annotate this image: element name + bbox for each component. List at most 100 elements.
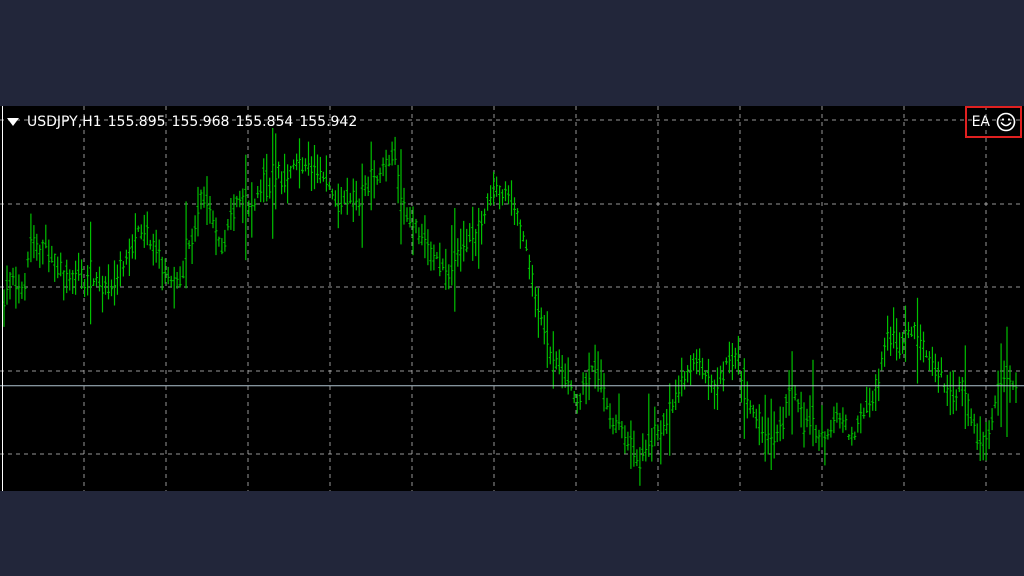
price-bar — [399, 149, 403, 245]
price-bar — [545, 311, 549, 368]
price-bar — [271, 128, 275, 239]
price-bar — [945, 374, 949, 406]
price-bar — [95, 272, 98, 287]
price-bar — [495, 176, 499, 197]
price-bar — [686, 365, 690, 383]
chart-grid — [0, 106, 1024, 491]
price-bar — [745, 381, 749, 419]
price-bar — [632, 430, 636, 467]
price-bar — [766, 417, 770, 455]
price-bar — [536, 288, 540, 338]
price-bar — [175, 272, 179, 289]
price-bar — [835, 402, 839, 423]
price-bar — [883, 337, 887, 367]
price-bar — [856, 415, 860, 433]
price-bar — [542, 315, 546, 345]
price-bar — [954, 389, 958, 411]
price-bar — [524, 239, 528, 252]
price-bar — [292, 159, 296, 170]
price-chart[interactable] — [0, 106, 1024, 491]
price-bar — [805, 408, 809, 428]
price-bar — [865, 386, 869, 413]
price-bar — [790, 351, 794, 435]
price-bar — [838, 412, 842, 429]
price-bar — [318, 156, 322, 184]
price-bar — [710, 374, 713, 393]
price-bar — [396, 164, 400, 204]
price-bar — [139, 224, 143, 240]
price-bar — [748, 400, 752, 414]
price-bar — [378, 167, 382, 183]
price-bar — [274, 133, 278, 210]
high-price: 155.968 — [171, 114, 230, 130]
price-bar — [360, 163, 364, 248]
price-bar — [262, 158, 266, 203]
price-bar — [444, 248, 448, 290]
price-bar — [593, 344, 597, 389]
price-bar — [465, 228, 469, 253]
price-bar — [432, 244, 436, 271]
price-bar — [277, 161, 281, 179]
price-bar — [477, 207, 481, 269]
price-bar — [20, 281, 24, 299]
price-bar — [354, 180, 358, 211]
price-bar — [492, 171, 496, 205]
price-bar — [244, 154, 248, 261]
price-bar — [814, 424, 818, 443]
price-bar — [462, 220, 466, 262]
price-bar — [130, 234, 134, 259]
price-bar — [910, 326, 913, 337]
price-bar — [641, 433, 645, 462]
price-bar — [629, 420, 633, 469]
price-bar — [922, 331, 925, 363]
close-price: 155.942 — [299, 114, 358, 130]
price-bar — [56, 256, 60, 279]
price-bar — [820, 405, 824, 448]
price-bar — [142, 214, 146, 248]
price-bar — [127, 238, 131, 276]
price-bar — [939, 357, 943, 378]
price-bar — [507, 185, 510, 205]
price-bar — [83, 279, 87, 297]
price-bar — [620, 421, 624, 439]
price-bar — [521, 231, 525, 242]
price-bar — [369, 141, 373, 211]
price-bar — [799, 391, 803, 428]
price-bar — [333, 190, 337, 207]
price-bar — [268, 177, 272, 199]
price-bar — [169, 275, 173, 287]
price-bar — [92, 278, 96, 286]
price-bar — [298, 138, 301, 189]
price-bar — [324, 155, 328, 192]
price-bar — [647, 393, 651, 457]
expert-advisor-badge[interactable]: EA — [965, 106, 1022, 138]
price-bar — [617, 393, 621, 431]
smiley-icon — [996, 112, 1016, 132]
collapse-arrow-icon[interactable] — [7, 118, 19, 126]
price-bar — [250, 182, 254, 238]
price-bar — [336, 183, 340, 229]
chart-window[interactable]: USDJPY,H1 155.895 155.968 155.854 155.94… — [0, 106, 1024, 491]
price-bar — [316, 154, 319, 184]
price-bar — [963, 345, 967, 429]
price-bar — [916, 297, 919, 384]
price-bar — [289, 165, 293, 179]
open-price: 155.895 — [107, 114, 166, 130]
price-bar — [841, 407, 845, 433]
price-bar — [307, 141, 310, 176]
price-bar — [110, 279, 113, 297]
price-bar — [948, 371, 952, 416]
price-bar — [196, 186, 200, 237]
price-bar — [644, 439, 648, 462]
price-bar — [301, 157, 304, 174]
price-bar — [599, 359, 603, 393]
price-bar — [202, 186, 206, 208]
price-bar — [38, 244, 42, 268]
price-bar — [671, 399, 675, 413]
price-bar — [650, 428, 654, 462]
price-bar — [898, 332, 902, 359]
price-bar — [844, 414, 848, 431]
price-bar — [975, 423, 979, 450]
price-bar — [32, 225, 36, 259]
price-bar — [760, 416, 764, 443]
